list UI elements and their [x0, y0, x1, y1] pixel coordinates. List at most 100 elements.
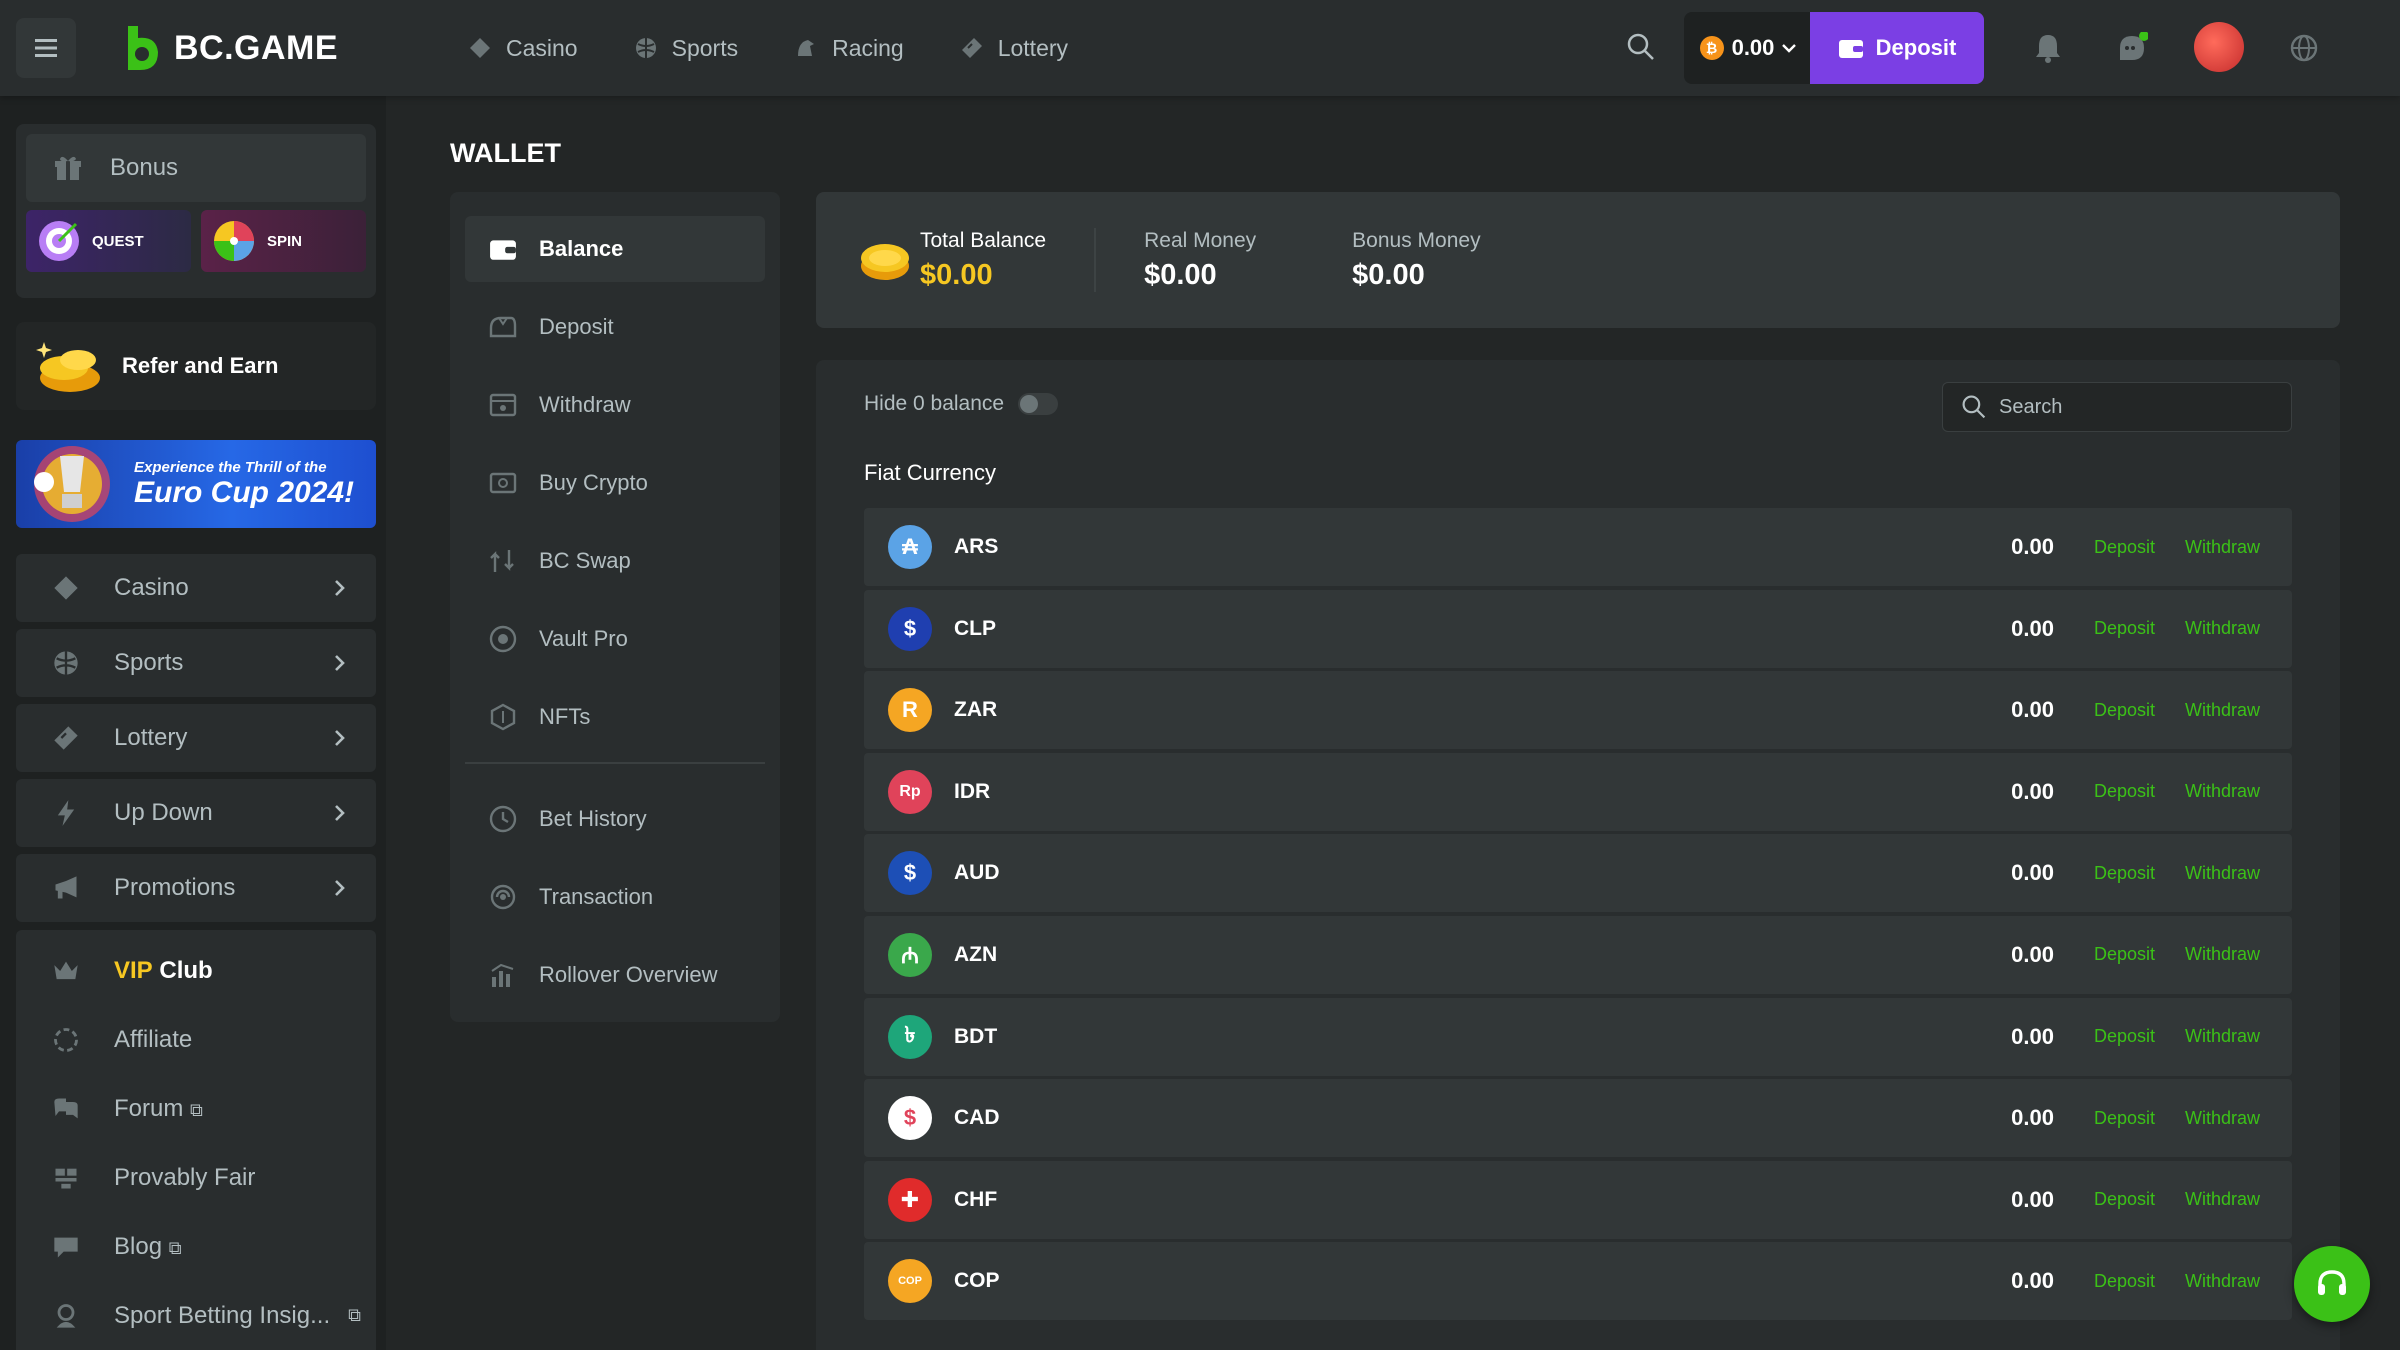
bonus-label: Bonus — [110, 154, 179, 181]
sidebar-item-affiliate[interactable]: Affiliate — [16, 1005, 376, 1074]
withdraw-link[interactable]: Withdraw — [2185, 1189, 2260, 1210]
wallet-menu-label: Balance — [539, 236, 624, 261]
casino-icon — [470, 38, 490, 58]
wallet-menu-bc-swap[interactable]: BC Swap — [465, 528, 765, 594]
sidebar-item-blog[interactable]: Blog ⧉ — [16, 1212, 376, 1281]
deposit-link[interactable]: Deposit — [2094, 700, 2155, 721]
wallet-menu-label: Deposit — [539, 314, 614, 339]
withdraw-link[interactable]: Withdraw — [2185, 863, 2260, 884]
sidebar-item-forum[interactable]: Forum ⧉ — [16, 1074, 376, 1143]
withdraw-link[interactable]: Withdraw — [2185, 781, 2260, 802]
vault-icon — [489, 625, 517, 653]
notifications-button[interactable] — [2030, 30, 2066, 66]
total-balance-label: Total Balance — [920, 228, 1047, 252]
top-nav-label: Sports — [671, 34, 739, 61]
language-button[interactable] — [2286, 30, 2322, 66]
trophy-icon — [34, 446, 110, 522]
user-avatar[interactable] — [2194, 22, 2244, 72]
deposit-link[interactable]: Deposit — [2094, 863, 2155, 884]
sidebar-item-casino[interactable]: Casino — [16, 554, 376, 622]
deposit-icon — [489, 316, 517, 338]
deposit-link[interactable]: Deposit — [2094, 1026, 2155, 1047]
deposit-link[interactable]: Deposit — [2094, 781, 2155, 802]
withdraw-link[interactable]: Withdraw — [2185, 1108, 2260, 1129]
deposit-link[interactable]: Deposit — [2094, 1271, 2155, 1292]
quest-label: QUEST — [92, 232, 144, 250]
sidebar-item-label: Sport Betting Insig... — [114, 1301, 331, 1329]
currency-amount: 0.00 — [2011, 860, 2054, 886]
sidebar-item-promotions[interactable]: Promotions — [16, 854, 376, 922]
external-link-icon: ⧉ — [190, 1099, 203, 1120]
external-link-icon: ⧉ — [348, 1305, 361, 1325]
bitcoin-icon: ₿ — [1699, 36, 1724, 60]
chevron-right-icon — [335, 730, 345, 746]
balance-amount: 0.00 — [1731, 35, 1775, 60]
withdraw-link[interactable]: Withdraw — [2185, 1026, 2260, 1047]
currency-search-input[interactable] — [1999, 395, 2279, 419]
wallet-menu-transaction[interactable]: Transaction — [465, 864, 765, 930]
sidebar-item-label: Up Down — [114, 799, 213, 826]
vip-club-label: VIP Club — [114, 957, 213, 985]
quest-button[interactable]: QUEST — [26, 210, 191, 272]
top-search-button[interactable] — [1626, 32, 1656, 67]
forum-icon — [54, 1098, 78, 1118]
top-nav-label: Casino — [506, 34, 578, 61]
currency-row-cop: COP COP 0.00 Deposit Withdraw — [864, 1242, 2292, 1321]
sidebar-item-sport-betting-insights[interactable]: Sport Betting Insig... ⧉ — [16, 1281, 376, 1350]
currency-code: AZN — [954, 942, 998, 966]
withdraw-link[interactable]: Withdraw — [2185, 700, 2260, 721]
menu-toggle-button[interactable] — [16, 18, 76, 78]
top-nav-casino[interactable]: Casino — [468, 35, 578, 62]
withdraw-link[interactable]: Withdraw — [2185, 618, 2260, 639]
wallet-menu-nfts[interactable]: NFTs — [465, 684, 765, 750]
deposit-link[interactable]: Deposit — [2094, 1189, 2155, 1210]
currency-code: CHF — [954, 1187, 998, 1211]
spin-button[interactable]: SPIN — [201, 210, 366, 272]
bell-icon — [2036, 35, 2060, 63]
top-nav-sports[interactable]: Sports — [634, 35, 738, 62]
wallet-menu-buy-crypto[interactable]: Buy Crypto — [465, 450, 765, 516]
wallet-menu: Balance Deposit Withdraw Buy Crypto BC S… — [450, 192, 780, 1022]
sidebar-item-provably-fair[interactable]: Provably Fair — [16, 1143, 376, 1212]
deposit-link[interactable]: Deposit — [2094, 537, 2155, 558]
sidebar-item-label: Affiliate — [114, 1025, 193, 1053]
support-chat-button[interactable] — [2294, 1246, 2370, 1322]
wallet-menu-withdraw[interactable]: Withdraw — [465, 372, 765, 438]
wallet-menu-label: Buy Crypto — [539, 470, 648, 495]
currency-amount: 0.00 — [2011, 941, 2054, 967]
balance-selector[interactable]: ₿ 0.00 — [1684, 12, 1812, 84]
deposit-link[interactable]: Deposit — [2094, 1108, 2155, 1129]
sidebar-item-sports[interactable]: Sports — [16, 629, 376, 697]
top-nav-lottery[interactable]: Lottery — [960, 35, 1068, 62]
deposit-link[interactable]: Deposit — [2094, 618, 2155, 639]
sidebar-item-lottery[interactable]: Lottery — [16, 704, 376, 772]
wallet-menu-vault-pro[interactable]: Vault Pro — [465, 606, 765, 672]
withdraw-link[interactable]: Withdraw — [2185, 944, 2260, 965]
refer-and-earn-banner[interactable]: Refer and Earn — [16, 322, 376, 410]
chat-button[interactable] — [2114, 30, 2150, 66]
deposit-link[interactable]: Deposit — [2094, 944, 2155, 965]
blog-icon — [54, 1237, 78, 1257]
withdraw-link[interactable]: Withdraw — [2185, 537, 2260, 558]
wallet-menu-rollover-overview[interactable]: Rollover Overview — [465, 942, 765, 1008]
deposit-button-label: Deposit — [1875, 35, 1957, 60]
logo[interactable]: BC.GAME — [122, 24, 338, 72]
sidebar-item-vip-club[interactable]: VIP Club — [16, 936, 376, 1005]
wallet-menu-bet-history[interactable]: Bet History — [465, 786, 765, 852]
hide-zero-toggle[interactable] — [1018, 393, 1059, 415]
search-icon — [1962, 395, 1986, 419]
euro-cup-banner[interactable]: Experience the Thrill of the Euro Cup 20… — [16, 440, 376, 528]
wallet-menu-balance[interactable]: Balance — [465, 216, 765, 282]
globe-icon — [2290, 34, 2318, 62]
swap-icon — [490, 550, 514, 572]
bonus-button[interactable]: Bonus — [26, 134, 366, 202]
currency-code: ZAR — [954, 698, 998, 722]
wallet-menu-deposit[interactable]: Deposit — [465, 294, 765, 360]
sidebar-item-label: Casino — [114, 574, 189, 601]
spin-label: SPIN — [267, 232, 303, 250]
header-deposit-button[interactable]: Deposit — [1810, 12, 1984, 84]
withdraw-link[interactable]: Withdraw — [2185, 1271, 2260, 1292]
sidebar-item-up-down[interactable]: Up Down — [16, 779, 376, 847]
top-nav-racing[interactable]: Racing — [794, 35, 904, 62]
lottery-icon — [54, 726, 78, 750]
